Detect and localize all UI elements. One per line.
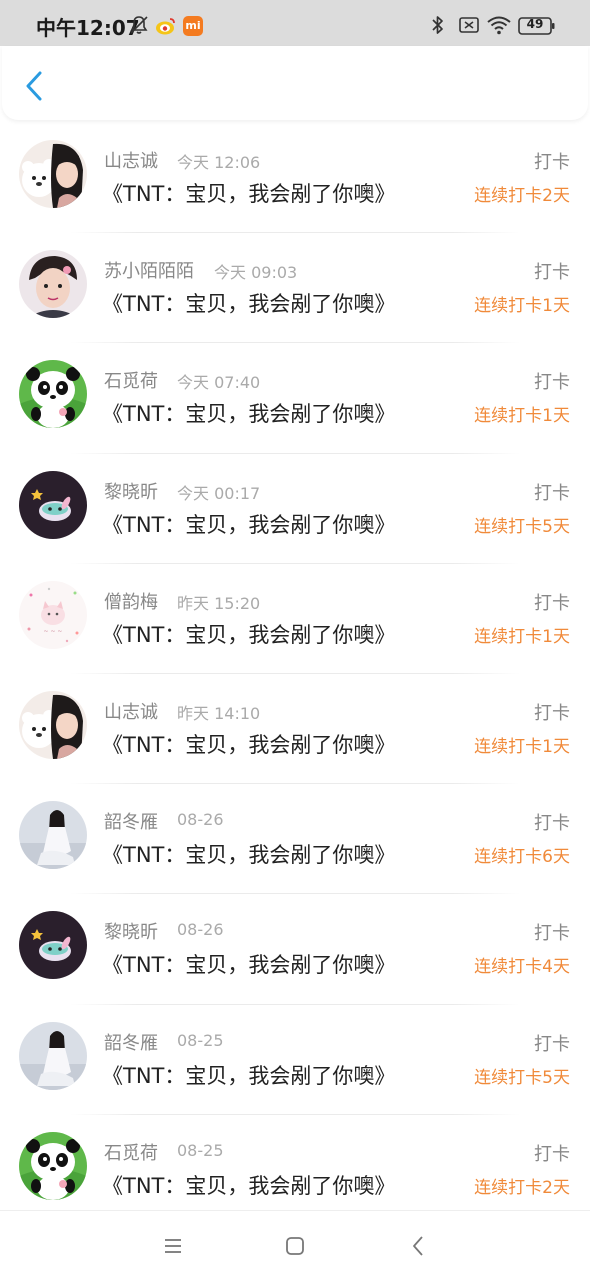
checkin-time: 今天 00:17	[177, 483, 261, 503]
list-item[interactable]: 石觅荷 今天 07:40 《TNT：宝贝，我会剐了你噢》 打卡 连续打卡1天	[0, 342, 590, 452]
checkin-time: 08-26	[177, 920, 224, 940]
user-name[interactable]: 韶冬雁	[104, 1029, 158, 1055]
streak-label: 连续打卡2天	[474, 186, 570, 206]
avatar[interactable]	[19, 1131, 87, 1200]
avatar[interactable]	[19, 1021, 87, 1090]
battery-level: 49	[526, 17, 544, 31]
avatar[interactable]	[19, 690, 87, 759]
list-item[interactable]: 苏小陌陌陌 今天 09:03 《TNT：宝贝，我会剐了你噢》 打卡 连续打卡1天	[0, 232, 590, 342]
user-name[interactable]: 黎晓昕	[104, 918, 158, 944]
checkin-label: 打卡	[534, 592, 570, 614]
avatar[interactable]	[19, 470, 87, 539]
user-name[interactable]: 石觅荷	[104, 1139, 158, 1165]
book-title: 《TNT：宝贝，我会剐了你噢》	[102, 953, 396, 978]
checkin-time: 08-26	[177, 810, 224, 830]
list-item[interactable]: 韶冬雁 08-26 《TNT：宝贝，我会剐了你噢》 打卡 连续打卡6天	[0, 783, 590, 893]
checkin-label: 打卡	[534, 262, 570, 284]
chevron-left-icon[interactable]	[20, 70, 48, 102]
book-title: 《TNT：宝贝，我会剐了你噢》	[102, 182, 396, 206]
status-time: 中午12:07	[36, 16, 140, 40]
checkin-time: 今天 12:06	[177, 153, 261, 172]
back-icon[interactable]	[406, 1233, 432, 1259]
checkin-label: 打卡	[534, 372, 570, 394]
checkin-time: 昨天 15:20	[177, 593, 261, 613]
avatar[interactable]	[19, 250, 87, 319]
user-name[interactable]: 韶冬雁	[104, 808, 158, 834]
streak-label: 连续打卡5天	[474, 516, 570, 537]
book-title: 《TNT：宝贝，我会剐了你噢》	[102, 1063, 396, 1088]
svg-text:~ ~ ~: ~ ~ ~	[44, 628, 63, 635]
checkin-time: 08-25	[177, 1030, 224, 1050]
streak-label: 连续打卡4天	[474, 957, 570, 978]
menu-icon[interactable]	[160, 1233, 186, 1259]
weibo-icon	[156, 18, 175, 35]
list-item[interactable]: 山志诚 今天 12:06 《TNT：宝贝，我会剐了你噢》 打卡 连续打卡2天	[0, 122, 590, 232]
user-name[interactable]: 石觅荷	[104, 367, 158, 393]
checkin-time: 今天 09:03	[214, 263, 298, 283]
streak-label: 连续打卡6天	[474, 847, 570, 868]
book-title: 《TNT：宝贝，我会剐了你噢》	[102, 622, 396, 647]
wifi-icon	[487, 16, 511, 35]
checkin-label: 打卡	[534, 702, 570, 724]
no-sim-icon	[459, 17, 479, 33]
status-bar: 中午12:07 mi 49	[0, 0, 590, 46]
streak-label: 连续打卡5天	[474, 1067, 570, 1088]
checkin-label: 打卡	[534, 1033, 570, 1055]
book-title: 《TNT：宝贝，我会剐了你噢》	[102, 1173, 396, 1198]
avatar[interactable]	[19, 801, 87, 870]
user-name[interactable]: 苏小陌陌陌	[104, 257, 194, 283]
user-name[interactable]: 山志诚	[104, 698, 158, 724]
checkin-label: 打卡	[534, 813, 570, 835]
checkin-label: 打卡	[534, 1143, 570, 1165]
book-title: 《TNT：宝贝，我会剐了你噢》	[102, 843, 396, 868]
streak-label: 连续打卡1天	[474, 406, 570, 427]
checkin-label: 打卡	[534, 152, 570, 173]
list-item[interactable]: ~ ~ ~ 僧韵梅 昨天 15:20 《TNT：宝贝，我会剐了你噢》 打卡 连续…	[0, 562, 590, 673]
mi-icon: mi	[183, 16, 203, 36]
streak-label: 连续打卡1天	[474, 296, 570, 317]
checkin-time: 昨天 14:10	[177, 703, 261, 723]
checkin-label: 打卡	[534, 923, 570, 945]
checkin-time: 今天 07:40	[177, 373, 261, 393]
battery-icon: 49	[518, 16, 556, 36]
user-name[interactable]: 黎晓昕	[104, 478, 158, 504]
avatar[interactable]	[19, 360, 87, 429]
user-name[interactable]: 僧韵梅	[104, 588, 158, 614]
book-title: 《TNT：宝贝，我会剐了你噢》	[102, 292, 396, 317]
list-item[interactable]: 黎晓昕 今天 00:17 《TNT：宝贝，我会剐了你噢》 打卡 连续打卡5天	[0, 452, 590, 563]
checkin-time: 08-25	[177, 1140, 224, 1160]
list-item[interactable]: 石觅荷 08-25 《TNT：宝贝，我会剐了你噢》 打卡 连续打卡2天	[0, 1113, 590, 1210]
bell-off-icon	[130, 16, 148, 34]
header	[2, 46, 588, 120]
list-item[interactable]: 黎晓昕 08-26 《TNT：宝贝，我会剐了你噢》 打卡 连续打卡4天	[0, 893, 590, 1003]
bluetooth-icon	[432, 16, 443, 34]
book-title: 《TNT：宝贝，我会剐了你噢》	[102, 512, 396, 537]
streak-label: 连续打卡1天	[474, 626, 570, 647]
navigation-bar	[0, 1210, 590, 1280]
list-item[interactable]: 山志诚 昨天 14:10 《TNT：宝贝，我会剐了你噢》 打卡 连续打卡1天	[0, 672, 590, 783]
avatar[interactable]	[19, 140, 87, 208]
streak-label: 连续打卡1天	[474, 736, 570, 757]
avatar[interactable]: ~ ~ ~	[19, 580, 87, 649]
checkin-label: 打卡	[534, 482, 570, 504]
streak-label: 连续打卡2天	[474, 1177, 570, 1198]
book-title: 《TNT：宝贝，我会剐了你噢》	[102, 732, 396, 757]
avatar[interactable]	[19, 911, 87, 980]
checkin-list: 山志诚 今天 12:06 《TNT：宝贝，我会剐了你噢》 打卡 连续打卡2天 苏…	[0, 122, 590, 1210]
list-item[interactable]: 韶冬雁 08-25 《TNT：宝贝，我会剐了你噢》 打卡 连续打卡5天	[0, 1003, 590, 1114]
home-icon[interactable]	[282, 1233, 308, 1259]
book-title: 《TNT：宝贝，我会剐了你噢》	[102, 402, 396, 427]
user-name[interactable]: 山志诚	[104, 147, 158, 173]
